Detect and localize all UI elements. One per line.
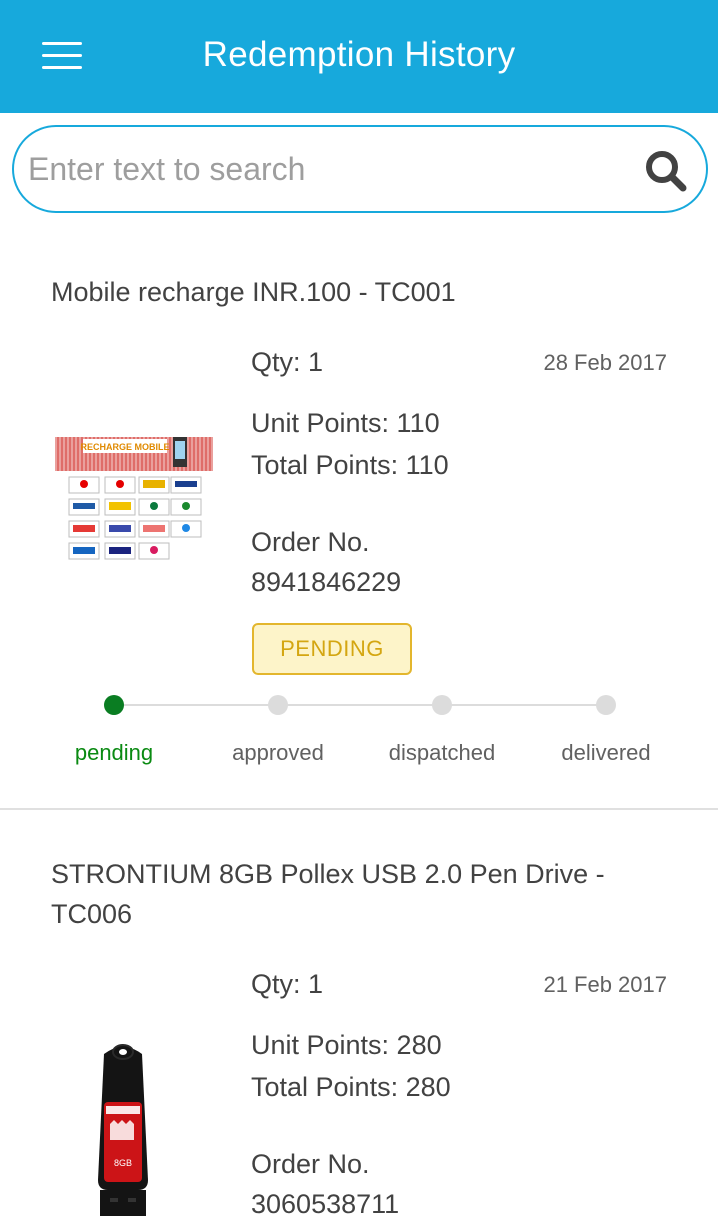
total-points: Total Points: 110 [251, 450, 449, 480]
step-label-approved: approved [232, 740, 324, 765]
step-dot-approved [268, 695, 288, 715]
mobile-recharge-image: RECHARGE MOBILE [55, 435, 213, 565]
order-date: 28 Feb 2017 [543, 350, 667, 375]
image-caption: 8GB [114, 1158, 132, 1168]
order-date: 21 Feb 2017 [543, 972, 667, 997]
step-dot-dispatched [432, 695, 452, 715]
unit-points: Unit Points: 280 [251, 1030, 442, 1060]
pen-drive-image: 8GB [98, 1044, 148, 1216]
step-dot-pending [104, 695, 124, 715]
order-item-title: STRONTIUM 8GB Pollex USB 2.0 Pen Drive -… [51, 859, 605, 929]
status-badge: PENDING [252, 623, 412, 675]
total-points: Total Points: 280 [251, 1072, 451, 1102]
step-dot-delivered [596, 695, 616, 715]
order-item-title: Mobile recharge INR.100 - TC001 [51, 277, 456, 307]
order-card[interactable]: Mobile recharge INR.100 - TC001 RECHARGE… [0, 230, 718, 810]
step-label-dispatched: dispatched [388, 740, 496, 765]
step-label-delivered: delivered [561, 740, 651, 765]
progress-track [114, 704, 606, 706]
app-header: Redemption History [0, 0, 718, 113]
search-input[interactable] [28, 145, 628, 193]
search-icon[interactable] [642, 147, 690, 195]
quantity: Qty: 1 [251, 969, 324, 999]
page-title: Redemption History [202, 35, 516, 74]
unit-points: Unit Points: 110 [251, 408, 440, 438]
search-bar [12, 125, 708, 213]
image-caption: RECHARGE MOBILE [80, 442, 169, 452]
order-number-label: Order No. [251, 527, 370, 557]
order-number-label: Order No. [251, 1149, 370, 1179]
quantity: Qty: 1 [251, 347, 324, 377]
order-number: 8941846229 [251, 567, 402, 597]
order-card[interactable]: STRONTIUM 8GB Pollex USB 2.0 Pen Drive -… [0, 812, 718, 1231]
order-number: 3060538711 [251, 1189, 400, 1219]
step-label-pending: pending [74, 740, 154, 765]
